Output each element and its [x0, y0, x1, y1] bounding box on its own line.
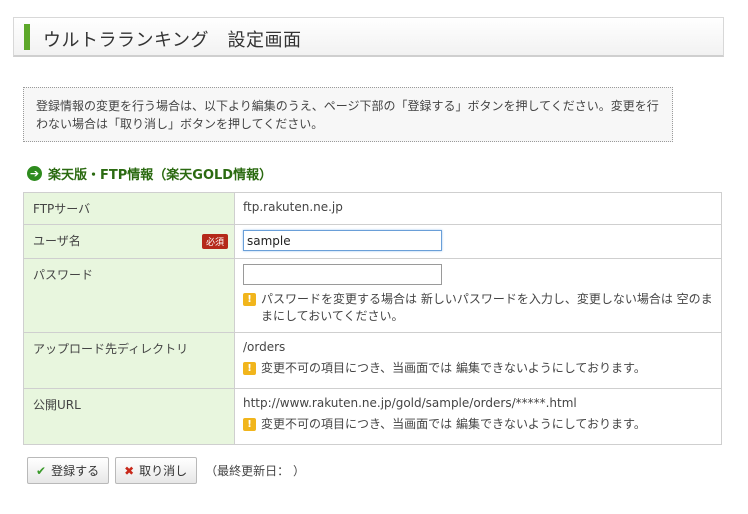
public-url-label: 公開URL: [23, 388, 235, 445]
upload-dir-label: アップロード先ディレクトリ: [23, 332, 235, 389]
close-icon: ✖: [124, 463, 135, 478]
password-note: ! パスワードを変更する場合は 新しいパスワードを入力し、変更しない場合は 空の…: [243, 291, 713, 325]
upload-dir-note-text: 変更不可の項目につき、当画面では 編集できないようにしております。: [261, 361, 646, 375]
username-input[interactable]: [243, 230, 442, 251]
table-row-ftp-server: FTPサーバ ftp.rakuten.ne.jp: [23, 192, 722, 225]
table-row-upload-dir: アップロード先ディレクトリ /orders ! 変更不可の項目につき、当画面では…: [23, 332, 722, 389]
username-value-cell: [234, 224, 722, 259]
section-header: ➔ 楽天版・FTP情報（楽天GOLD情報）: [27, 164, 273, 183]
last-updated-text: （最終更新日： ）: [205, 464, 305, 478]
username-label-cell: ユーザ名 必須: [23, 224, 235, 259]
form-actions: ✔ 登録する ✖ 取り消し （最終更新日： ）: [27, 457, 305, 484]
section-title: 楽天版・FTP情報（楽天GOLD情報）: [48, 167, 273, 183]
table-row-public-url: 公開URL http://www.rakuten.ne.jp/gold/samp…: [23, 388, 722, 445]
cancel-button[interactable]: ✖ 取り消し: [115, 457, 198, 484]
public-url-note: ! 変更不可の項目につき、当画面では 編集できないようにしております。: [243, 416, 713, 433]
cancel-button-label: 取り消し: [139, 464, 188, 478]
page-header: ウルトラランキング 設定画面: [13, 17, 724, 57]
upload-dir-value-cell: /orders ! 変更不可の項目につき、当画面では 編集できないようにしており…: [234, 332, 722, 389]
upload-dir-value: /orders: [243, 340, 286, 354]
info-note-icon: !: [243, 293, 256, 306]
password-input[interactable]: [243, 264, 442, 285]
table-row-username: ユーザ名 必須: [23, 224, 722, 259]
arrow-right-circle-icon: ➔: [27, 165, 42, 181]
instruction-notice: 登録情報の変更を行う場合は、以下より編集のうえ、ページ下部の「登録する」ボタンを…: [23, 87, 673, 142]
page-title: ウルトラランキング 設定画面: [43, 30, 302, 51]
public-url-note-text: 変更不可の項目につき、当画面では 編集できないようにしております。: [261, 417, 646, 431]
ftp-server-value: ftp.rakuten.ne.jp: [234, 192, 722, 225]
ftp-settings-table: FTPサーバ ftp.rakuten.ne.jp ユーザ名 必須 パスワード !…: [23, 192, 722, 445]
password-note-text: パスワードを変更する場合は 新しいパスワードを入力し、変更しない場合は 空のまま…: [261, 292, 713, 323]
public-url-value-cell: http://www.rakuten.ne.jp/gold/sample/ord…: [234, 388, 722, 445]
check-icon: ✔: [36, 463, 47, 478]
register-button-label: 登録する: [51, 464, 100, 478]
info-note-icon: !: [243, 362, 256, 375]
header-accent-bar: [24, 24, 30, 50]
required-badge: 必須: [201, 234, 228, 249]
register-button[interactable]: ✔ 登録する: [27, 457, 110, 484]
public-url-value: http://www.rakuten.ne.jp/gold/sample/ord…: [243, 396, 577, 410]
password-value-cell: ! パスワードを変更する場合は 新しいパスワードを入力し、変更しない場合は 空の…: [234, 258, 722, 333]
ftp-server-label: FTPサーバ: [23, 192, 235, 225]
info-note-icon: !: [243, 418, 256, 431]
password-label: パスワード: [23, 258, 235, 333]
upload-dir-note: ! 変更不可の項目につき、当画面では 編集できないようにしております。: [243, 360, 713, 377]
table-row-password: パスワード ! パスワードを変更する場合は 新しいパスワードを入力し、変更しない…: [23, 258, 722, 333]
username-label: ユーザ名: [33, 234, 81, 248]
